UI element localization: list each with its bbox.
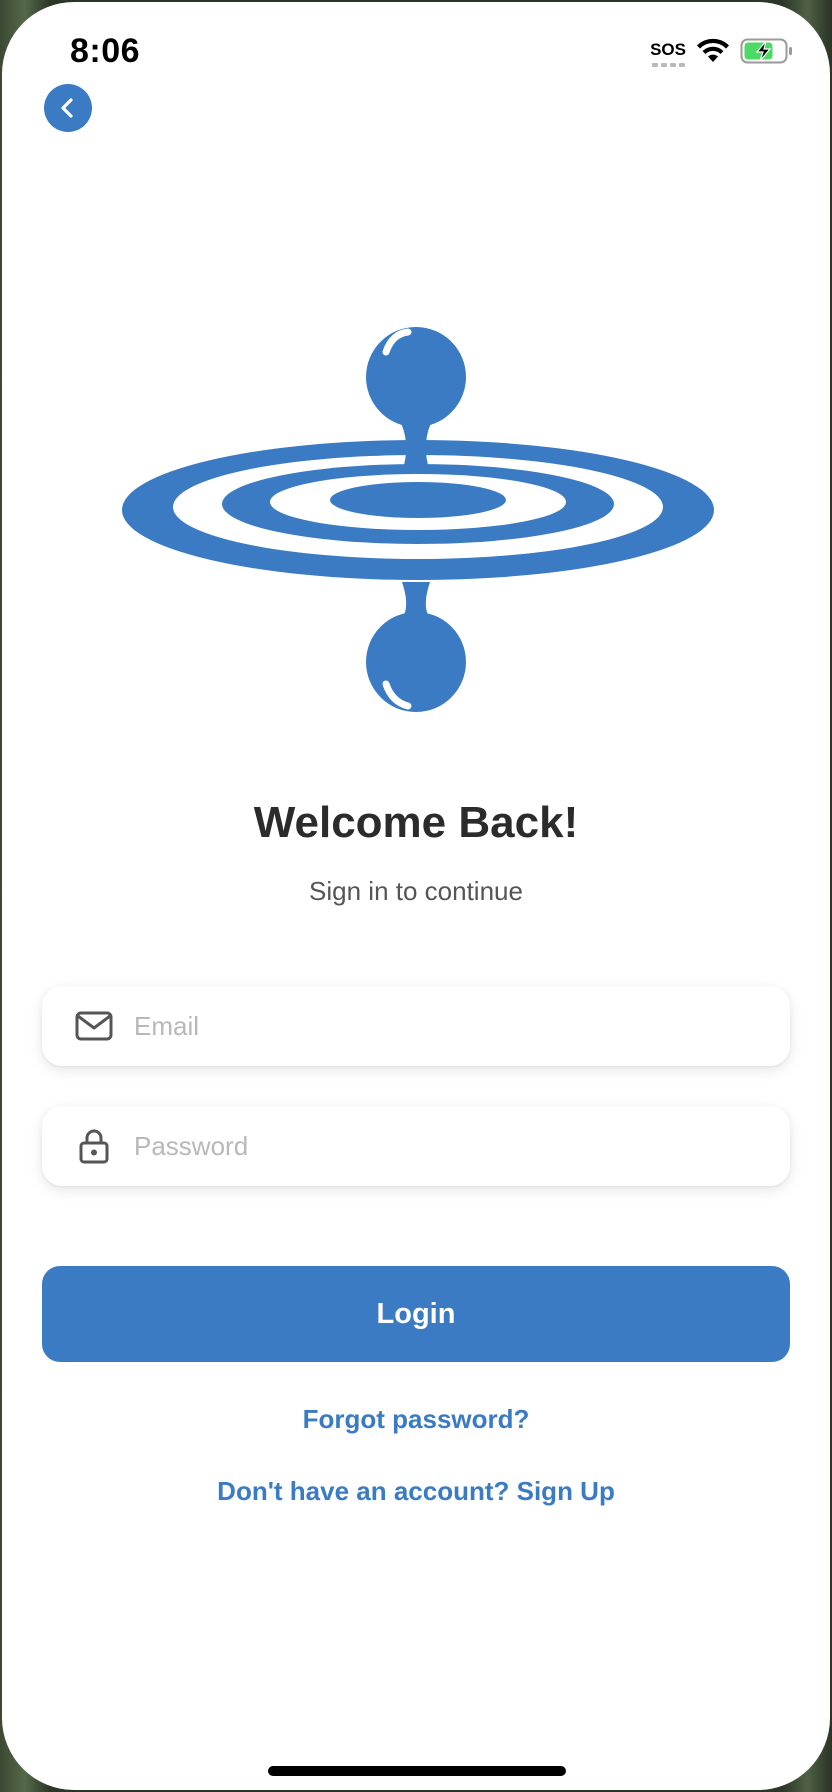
water-drop-ripple-icon — [122, 327, 714, 712]
login-button[interactable]: Login — [42, 1266, 790, 1362]
page-subtitle: Sign in to continue — [309, 876, 523, 906]
back-button[interactable] — [44, 84, 92, 132]
status-indicators: SOS — [650, 38, 794, 69]
chevron-left-icon — [61, 98, 73, 118]
email-placeholder: Email — [134, 1010, 200, 1041]
sos-label: SOS — [650, 39, 686, 59]
status-time: 8:06 — [70, 32, 141, 70]
page-title: Welcome Back! — [253, 798, 579, 847]
forgot-password-link[interactable]: Forgot password? — [2, 1404, 830, 1435]
battery-charging-icon — [740, 38, 794, 69]
lock-icon — [74, 1126, 114, 1166]
home-indicator[interactable] — [268, 1766, 566, 1776]
login-screen: 8:06 SOS Welcome Back! Sign in to contin… — [2, 2, 830, 1790]
mail-icon — [74, 1006, 114, 1046]
wifi-icon — [696, 38, 730, 69]
status-bar: 8:06 SOS — [2, 2, 830, 102]
app-logo — [122, 322, 718, 722]
sign-up-link[interactable]: Don't have an account? Sign Up — [2, 1476, 830, 1507]
sos-indicator: SOS — [650, 41, 686, 67]
password-placeholder: Password — [134, 1130, 249, 1161]
signal-dots — [651, 62, 685, 67]
email-field[interactable]: Email — [42, 986, 790, 1066]
password-field[interactable]: Password — [42, 1106, 790, 1186]
